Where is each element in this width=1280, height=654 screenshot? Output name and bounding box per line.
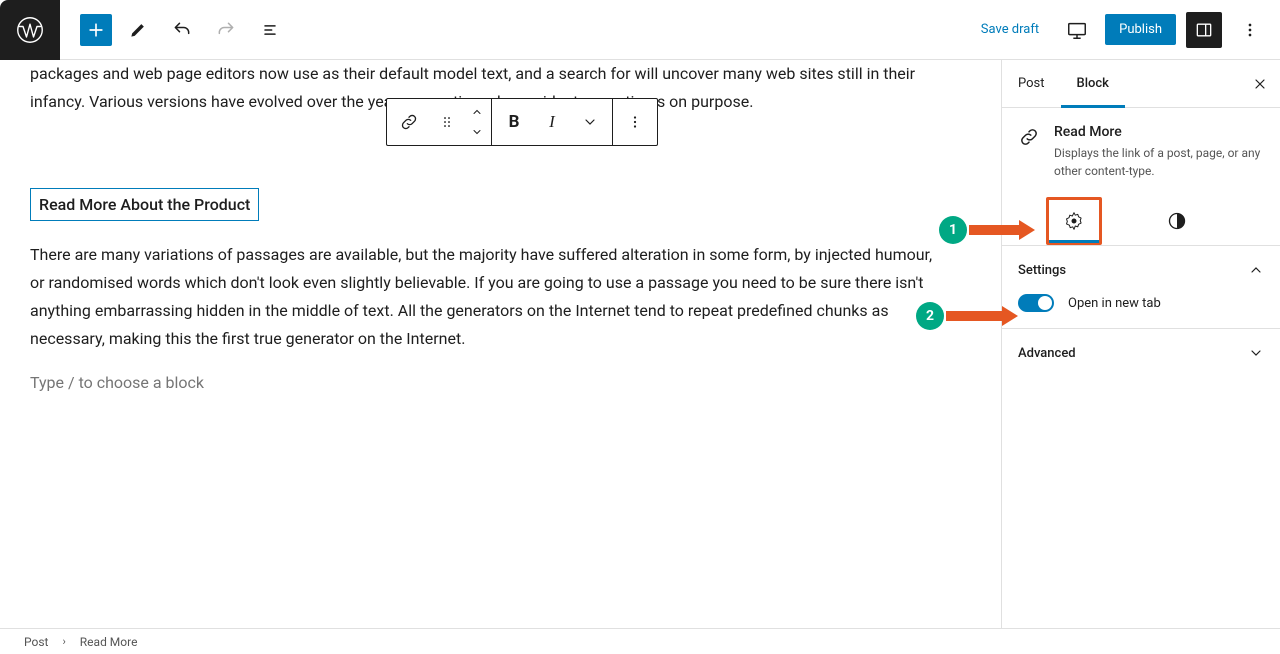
plus-icon: [86, 20, 106, 40]
tab-block[interactable]: Block: [1061, 60, 1125, 107]
breadcrumb-root[interactable]: Post: [24, 635, 48, 649]
settings-section: Settings Open in new tab: [1002, 246, 1280, 329]
breadcrumb: Post › Read More: [0, 628, 1280, 654]
close-sidebar-button[interactable]: [1240, 60, 1280, 107]
settings-section-toggle[interactable]: Settings: [1018, 262, 1264, 278]
chevron-up-icon: [1248, 262, 1264, 278]
more-rich-text-button[interactable]: [568, 99, 612, 145]
open-new-tab-toggle[interactable]: [1018, 294, 1054, 312]
more-options-button[interactable]: [1232, 12, 1268, 48]
annotation-marker-2: 2: [916, 302, 944, 330]
redo-button: [208, 12, 244, 48]
sidebar-icon: [1194, 20, 1214, 40]
annotation-1: 1: [939, 216, 1035, 244]
undo-button[interactable]: [164, 12, 200, 48]
link-icon: [399, 112, 419, 132]
chevron-up-icon: [471, 106, 483, 118]
document-overview-button[interactable]: [252, 12, 288, 48]
settings-section-title: Settings: [1018, 263, 1066, 278]
read-more-icon: [1018, 126, 1040, 152]
sidebar-tabs: Post Block: [1002, 60, 1280, 108]
move-down-button[interactable]: [471, 122, 483, 142]
read-more-block[interactable]: Read More About the Product: [30, 188, 259, 221]
drag-icon: [439, 114, 455, 130]
kebab-icon: [626, 113, 644, 131]
wordpress-logo[interactable]: [0, 0, 60, 60]
kebab-icon: [1240, 20, 1260, 40]
block-toolbar: B I: [386, 98, 658, 146]
open-new-tab-label: Open in new tab: [1068, 296, 1161, 311]
settings-tab[interactable]: [1046, 197, 1102, 245]
publish-button[interactable]: Publish: [1105, 14, 1176, 45]
top-toolbar: Save draft Publish: [0, 0, 1280, 60]
annotation-2: 2: [916, 302, 1018, 330]
block-type-button[interactable]: [387, 99, 431, 145]
chevron-down-icon: [1248, 345, 1264, 361]
paragraph-block[interactable]: There are many variations of passages ar…: [30, 241, 950, 353]
block-description: Displays the link of a post, page, or an…: [1054, 144, 1264, 180]
save-draft-link[interactable]: Save draft: [971, 16, 1049, 43]
settings-sidebar-toggle[interactable]: [1186, 12, 1222, 48]
italic-button[interactable]: I: [536, 99, 568, 145]
contrast-icon: [1167, 211, 1187, 231]
desktop-icon: [1066, 19, 1088, 41]
move-up-button[interactable]: [471, 102, 483, 122]
bold-button[interactable]: B: [492, 99, 536, 145]
list-icon: [260, 20, 280, 40]
undo-icon: [172, 20, 192, 40]
block-sub-tabs: [1002, 196, 1280, 246]
close-icon: [1252, 76, 1268, 92]
breadcrumb-current[interactable]: Read More: [80, 635, 138, 649]
block-options-button[interactable]: [613, 99, 657, 145]
edit-tools-button[interactable]: [120, 12, 156, 48]
drag-handle[interactable]: [431, 99, 463, 145]
styles-tab[interactable]: [1152, 196, 1202, 246]
preview-button[interactable]: [1059, 12, 1095, 48]
chevron-down-icon: [582, 114, 598, 130]
settings-sidebar: Post Block Read More Displays the link o…: [1001, 60, 1280, 628]
new-block-placeholder[interactable]: Type / to choose a block: [30, 369, 950, 397]
editor-canvas[interactable]: packages and web page editors now use as…: [0, 60, 1001, 628]
tab-post[interactable]: Post: [1002, 60, 1061, 107]
redo-icon: [216, 20, 236, 40]
gear-icon: [1064, 211, 1084, 231]
pencil-icon: [128, 20, 148, 40]
annotation-marker-1: 1: [939, 216, 967, 244]
breadcrumb-separator: ›: [62, 635, 65, 648]
advanced-section-toggle[interactable]: Advanced: [1018, 345, 1264, 361]
advanced-section-title: Advanced: [1018, 346, 1076, 361]
advanced-section: Advanced: [1002, 329, 1280, 377]
chevron-down-icon: [471, 126, 483, 138]
block-name: Read More: [1054, 124, 1264, 140]
block-info: Read More Displays the link of a post, p…: [1002, 108, 1280, 196]
add-block-button[interactable]: [80, 14, 112, 46]
